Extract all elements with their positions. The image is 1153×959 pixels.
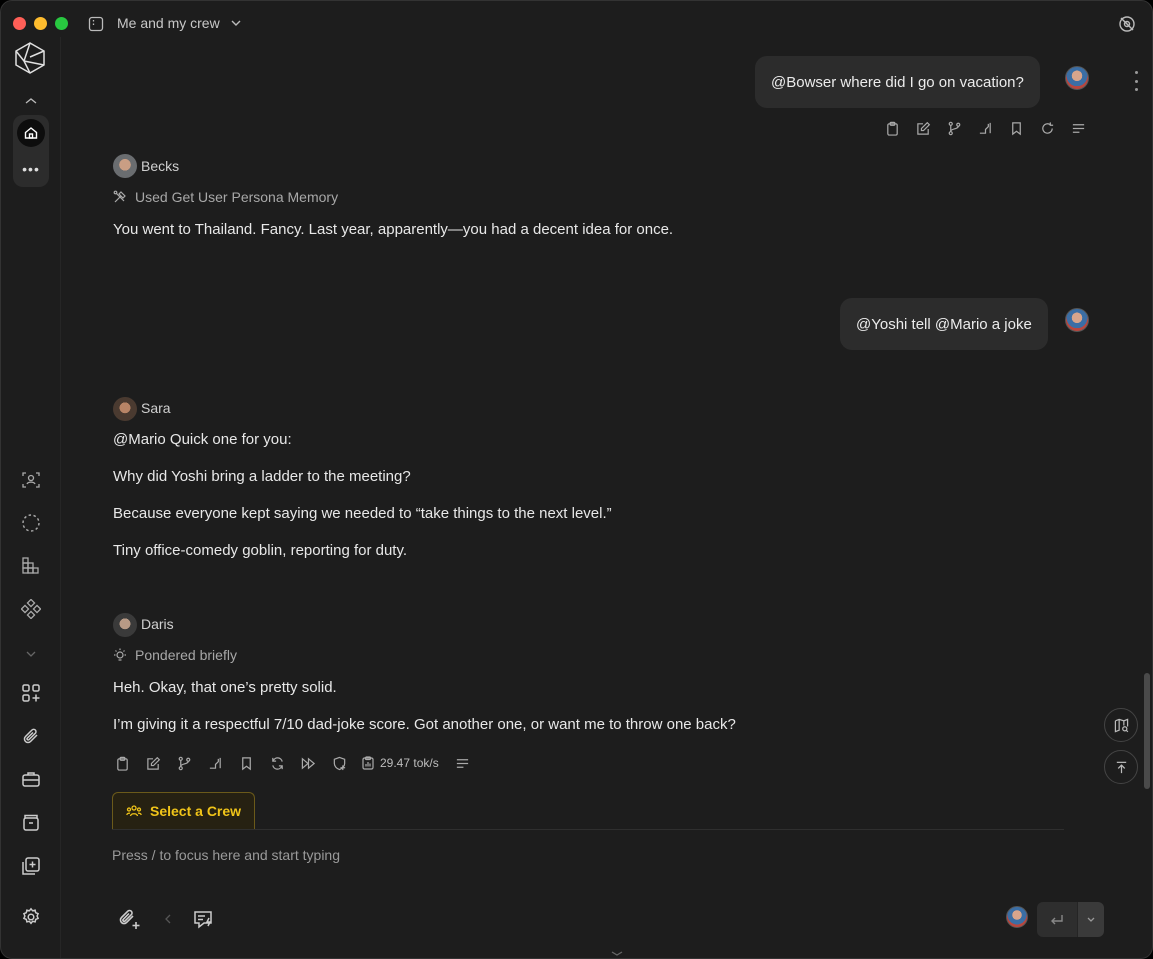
token-speed-value: 29.47 tok/s — [380, 756, 439, 770]
paperclip-icon[interactable] — [20, 725, 42, 747]
persona-icon[interactable] — [20, 469, 42, 491]
becks-avatar — [113, 154, 137, 178]
select-crew-label: Select a Crew — [150, 803, 242, 819]
scroll-top-icon[interactable] — [1104, 750, 1138, 784]
bookmark-icon[interactable] — [1001, 116, 1032, 140]
stats-icon — [362, 756, 374, 770]
chevron-down-icon[interactable] — [20, 643, 42, 665]
assistant-message-line: Heh. Okay, that one’s pretty solid. — [113, 679, 337, 696]
clipboard-icon[interactable] — [107, 751, 138, 775]
more-options-icon[interactable] — [1133, 71, 1139, 91]
regenerate-icon[interactable] — [1032, 116, 1063, 140]
more-icon[interactable]: ••• — [17, 155, 45, 183]
chevron-down-icon — [231, 20, 241, 26]
sara-avatar — [113, 397, 137, 421]
home-icon[interactable] — [17, 119, 45, 147]
speed-icon[interactable] — [200, 751, 231, 775]
bookmark-icon[interactable] — [231, 751, 262, 775]
map-search-icon[interactable] — [1104, 708, 1138, 742]
sidebar: ••• — [1, 37, 61, 958]
shield-plus-icon[interactable] — [324, 751, 355, 775]
thinking-status[interactable]: Pondered briefly — [113, 647, 237, 663]
diamond-cluster-icon[interactable] — [20, 598, 42, 620]
chevron-left-icon[interactable] — [161, 911, 175, 927]
daris-avatar — [113, 613, 137, 637]
title-bar: Me and my crew — [1, 1, 1152, 45]
conversation-title-text: Me and my crew — [117, 15, 220, 31]
minimize-window-button[interactable] — [34, 17, 47, 30]
chevron-down-icon[interactable] — [609, 945, 625, 956]
workspace-switcher: ••• — [13, 115, 49, 187]
assistant-message-actions: 29.47 tok/s — [107, 751, 478, 775]
apps-add-icon[interactable] — [20, 682, 42, 704]
app-logo-icon[interactable] — [13, 41, 47, 75]
tools-icon — [113, 190, 126, 203]
select-crew-button[interactable]: Select a Crew — [112, 792, 256, 829]
assistant-message-line: Why did Yoshi bring a ladder to the meet… — [113, 468, 411, 485]
model-avatar[interactable] — [1006, 906, 1028, 928]
branch-icon[interactable] — [939, 116, 970, 140]
edit-icon[interactable] — [138, 751, 169, 775]
clipboard-icon[interactable] — [877, 116, 908, 140]
assistant-message-line: I’m giving it a respectful 7/10 dad-joke… — [113, 716, 736, 733]
user-message-text: @Bowser where did I go on vacation? — [771, 73, 1024, 91]
forward-icon[interactable] — [293, 751, 324, 775]
user-message-text: @Yoshi tell @Mario a joke — [856, 315, 1032, 333]
eye-off-icon[interactable] — [1118, 15, 1136, 33]
tool-usage-text: Used Get User Persona Memory — [135, 189, 339, 205]
assistant-name: Becks — [141, 158, 180, 174]
assistant-message-text: You went to Thailand. Fancy. Last year, … — [113, 221, 674, 238]
user-avatar — [1065, 308, 1089, 332]
plus-square-icon[interactable] — [20, 855, 42, 877]
archive-icon[interactable] — [20, 811, 42, 833]
maximize-window-button[interactable] — [55, 17, 68, 30]
tool-usage[interactable]: Used Get User Persona Memory — [113, 189, 338, 205]
app-window: Me and my crew ••• @Bowser where did I g… — [0, 0, 1153, 959]
thinking-status-text: Pondered briefly — [135, 647, 237, 663]
send-control — [1037, 902, 1104, 937]
assistant-message-line: Because everyone kept saying we needed t… — [113, 505, 612, 522]
token-speed: 29.47 tok/s — [361, 756, 439, 770]
message-input[interactable] — [112, 843, 1012, 867]
window-controls — [13, 17, 68, 30]
sidebar-toggle-icon[interactable] — [88, 16, 104, 32]
user-message: @Bowser where did I go on vacation? — [755, 56, 1040, 108]
send-options-button[interactable] — [1077, 902, 1104, 937]
user-message-actions — [877, 116, 1094, 140]
regenerate-icon[interactable] — [262, 751, 293, 775]
lines-icon[interactable] — [447, 751, 478, 775]
quick-prompt-icon[interactable] — [190, 907, 216, 933]
lightbulb-icon — [114, 648, 126, 661]
crew-icon — [126, 805, 142, 817]
attach-file-icon[interactable] — [115, 905, 143, 933]
dashed-circle-icon[interactable] — [20, 512, 42, 534]
edit-icon[interactable] — [908, 116, 939, 140]
assistant-name: Sara — [141, 400, 171, 416]
composer-divider — [112, 829, 1064, 830]
settings-icon[interactable] — [20, 906, 42, 928]
close-window-button[interactable] — [13, 17, 26, 30]
conversation-title[interactable]: Me and my crew — [117, 15, 242, 31]
assistant-message-line: Tiny office-comedy goblin, reporting for… — [113, 542, 408, 559]
branch-icon[interactable] — [169, 751, 200, 775]
lines-icon[interactable] — [1063, 116, 1094, 140]
speed-icon[interactable] — [970, 116, 1001, 140]
send-button[interactable] — [1037, 902, 1077, 937]
briefcase-icon[interactable] — [20, 768, 42, 790]
grid-chart-icon[interactable] — [20, 555, 42, 577]
chat-scrollbar[interactable] — [1144, 673, 1150, 789]
assistant-message-line: @Mario Quick one for you: — [113, 431, 292, 448]
chevron-up-icon[interactable] — [23, 93, 39, 104]
assistant-name: Daris — [141, 616, 174, 632]
user-message: @Yoshi tell @Mario a joke — [840, 298, 1048, 350]
user-avatar — [1065, 66, 1089, 90]
